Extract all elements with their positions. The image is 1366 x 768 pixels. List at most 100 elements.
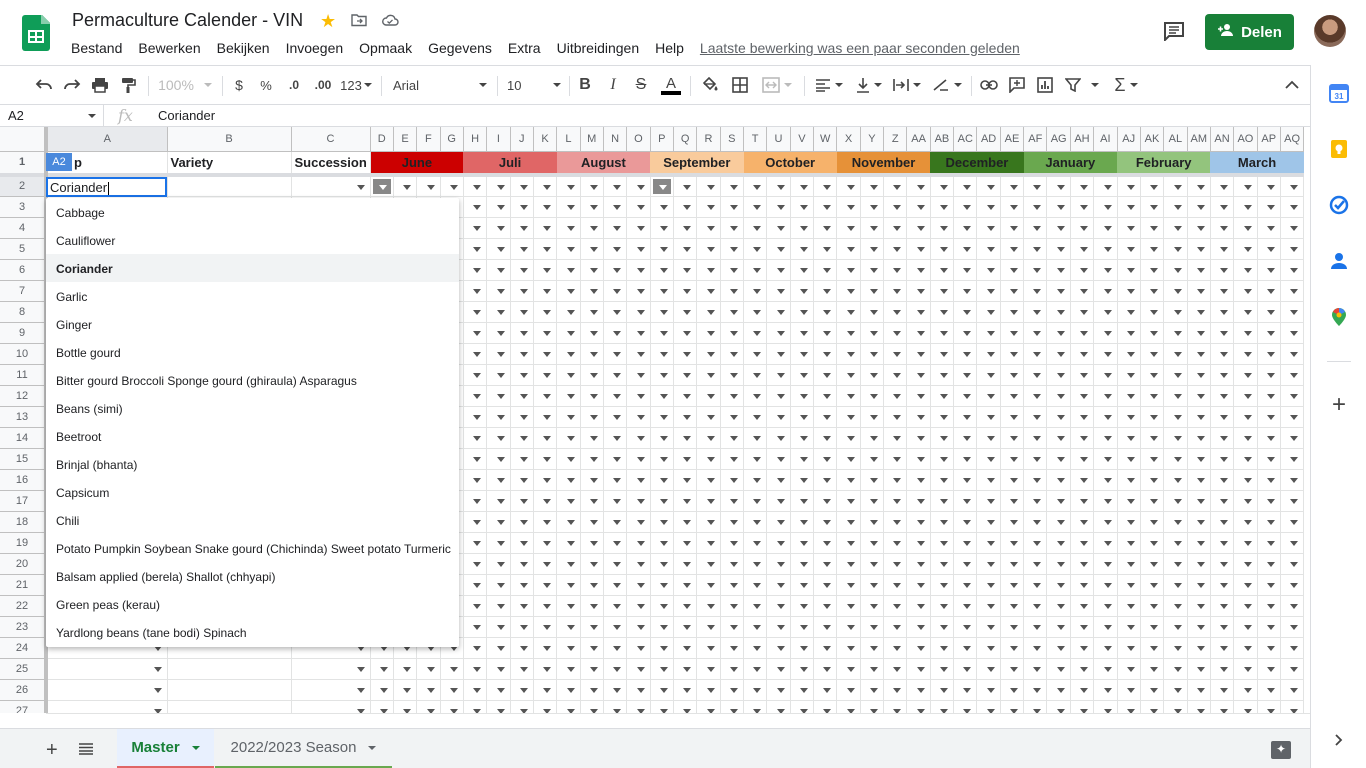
column-header[interactable]: N <box>603 127 628 152</box>
dropdown-arrow-icon[interactable] <box>1033 498 1042 504</box>
dropdown-arrow-icon[interactable] <box>473 309 482 315</box>
dropdown-arrow-icon[interactable] <box>916 267 925 273</box>
column-header[interactable]: S <box>720 127 745 152</box>
merge-cells-icon[interactable] <box>758 74 796 96</box>
grid-cell[interactable] <box>1233 322 1258 344</box>
grid-cell[interactable] <box>813 301 838 323</box>
grid-cell[interactable] <box>533 427 558 449</box>
dropdown-arrow-icon[interactable] <box>823 540 832 546</box>
dropdown-arrow-icon[interactable] <box>940 372 949 378</box>
grid-cell[interactable] <box>1257 637 1281 659</box>
dropdown-arrow-icon[interactable] <box>1126 456 1135 462</box>
grid-cell[interactable] <box>1140 427 1165 449</box>
grid-cell[interactable] <box>556 343 581 365</box>
grid-cell[interactable] <box>416 658 441 680</box>
grid-cell[interactable] <box>1023 553 1048 575</box>
grid-cell[interactable] <box>1140 406 1165 428</box>
dropdown-option[interactable]: Beetroot <box>46 422 459 450</box>
grid-cell[interactable] <box>626 637 651 659</box>
grid-cell[interactable] <box>976 343 1001 365</box>
dropdown-arrow-icon[interactable] <box>1010 666 1019 672</box>
grid-cell[interactable] <box>930 322 955 344</box>
dropdown-arrow-icon[interactable] <box>870 267 879 273</box>
dropdown-arrow-icon[interactable] <box>1173 351 1182 357</box>
grid-cell[interactable] <box>673 301 698 323</box>
dropdown-arrow-icon[interactable] <box>589 267 598 273</box>
grid-cell[interactable] <box>1093 448 1118 470</box>
grid-cell[interactable] <box>860 280 885 302</box>
dropdown-arrow-icon[interactable] <box>1056 666 1065 672</box>
grid-cell[interactable] <box>813 196 838 218</box>
dropdown-arrow-icon[interactable] <box>776 519 785 525</box>
dropdown-arrow-icon[interactable] <box>1220 603 1229 609</box>
grid-cell[interactable] <box>766 280 791 302</box>
grid-cell[interactable] <box>883 280 908 302</box>
grid-cell[interactable] <box>1233 700 1258 713</box>
grid-cell[interactable] <box>533 511 558 533</box>
dropdown-arrow-icon[interactable] <box>1150 519 1159 525</box>
dropdown-arrow-icon[interactable] <box>986 582 995 588</box>
dropdown-arrow-icon[interactable] <box>1243 372 1252 378</box>
grid-cell[interactable] <box>1023 259 1048 281</box>
grid-cell[interactable] <box>1257 658 1281 680</box>
dropdown-arrow-icon[interactable] <box>543 603 552 609</box>
calendar-icon[interactable]: 31 <box>1329 83 1349 103</box>
dropdown-arrow-icon[interactable] <box>683 225 692 231</box>
dropdown-arrow-icon[interactable] <box>1220 372 1229 378</box>
grid-cell[interactable] <box>790 490 815 512</box>
grid-cell[interactable] <box>626 280 651 302</box>
text-wrap-icon[interactable] <box>890 74 924 96</box>
dropdown-arrow-icon[interactable] <box>776 414 785 420</box>
dropdown-arrow-icon[interactable] <box>1010 185 1019 190</box>
grid-cell[interactable] <box>883 448 908 470</box>
dropdown-arrow-icon[interactable] <box>683 666 692 672</box>
dropdown-arrow-icon[interactable] <box>893 185 902 190</box>
dropdown-arrow-icon[interactable] <box>659 519 668 525</box>
dropdown-arrow-icon[interactable] <box>893 288 902 294</box>
grid-cell[interactable] <box>1046 259 1071 281</box>
paint-format-icon[interactable] <box>117 74 139 96</box>
grid-cell[interactable] <box>1233 448 1258 470</box>
dropdown-arrow-icon[interactable] <box>940 561 949 567</box>
grid-cell[interactable] <box>1046 700 1071 713</box>
grid-cell[interactable] <box>1093 385 1118 407</box>
grid-cell[interactable] <box>1187 322 1211 344</box>
dropdown-arrow-icon[interactable] <box>636 435 645 441</box>
dropdown-arrow-icon[interactable] <box>473 435 482 441</box>
dropdown-arrow-icon[interactable] <box>1196 185 1205 190</box>
grid-cell[interactable] <box>1257 700 1281 713</box>
dropdown-arrow-icon[interactable] <box>1150 393 1159 399</box>
grid-cell[interactable] <box>766 173 791 197</box>
grid-cell[interactable] <box>1000 658 1025 680</box>
grid-cell[interactable] <box>976 238 1001 260</box>
grid-cell[interactable] <box>1023 427 1048 449</box>
dropdown-arrow-icon[interactable] <box>1266 414 1275 420</box>
dropdown-arrow-icon[interactable] <box>636 309 645 315</box>
dropdown-arrow-icon[interactable] <box>566 330 575 336</box>
grid-cell[interactable] <box>1046 553 1071 575</box>
dropdown-arrow-icon[interactable] <box>1080 477 1089 483</box>
grid-cell[interactable] <box>1046 595 1071 617</box>
dropdown-arrow-icon[interactable] <box>893 498 902 504</box>
dropdown-arrow-icon[interactable] <box>730 330 738 336</box>
dropdown-arrow-icon[interactable] <box>1033 519 1042 525</box>
grid-cell[interactable] <box>463 385 488 407</box>
grid-cell[interactable] <box>1187 616 1211 638</box>
dropdown-arrow-icon[interactable] <box>823 330 832 336</box>
grid-cell[interactable] <box>790 574 815 596</box>
dropdown-arrow-icon[interactable] <box>1243 185 1252 190</box>
dropdown-arrow-icon[interactable] <box>753 309 762 315</box>
dropdown-arrow-icon[interactable] <box>473 624 482 630</box>
dropdown-arrow-icon[interactable] <box>1266 372 1275 378</box>
grid-cell[interactable] <box>510 574 534 596</box>
dropdown-arrow-icon[interactable] <box>1266 267 1275 273</box>
dropdown-arrow-icon[interactable] <box>473 582 482 588</box>
formula-input[interactable]: Coriander <box>158 108 215 123</box>
dropdown-arrow-icon[interactable] <box>776 540 785 546</box>
grid-cell[interactable] <box>650 490 674 512</box>
grid-cell[interactable] <box>1280 574 1305 596</box>
dropdown-arrow-icon[interactable] <box>1173 603 1182 609</box>
grid-cell[interactable] <box>580 196 604 218</box>
grid-cell[interactable] <box>883 658 908 680</box>
grid-cell[interactable] <box>650 301 674 323</box>
